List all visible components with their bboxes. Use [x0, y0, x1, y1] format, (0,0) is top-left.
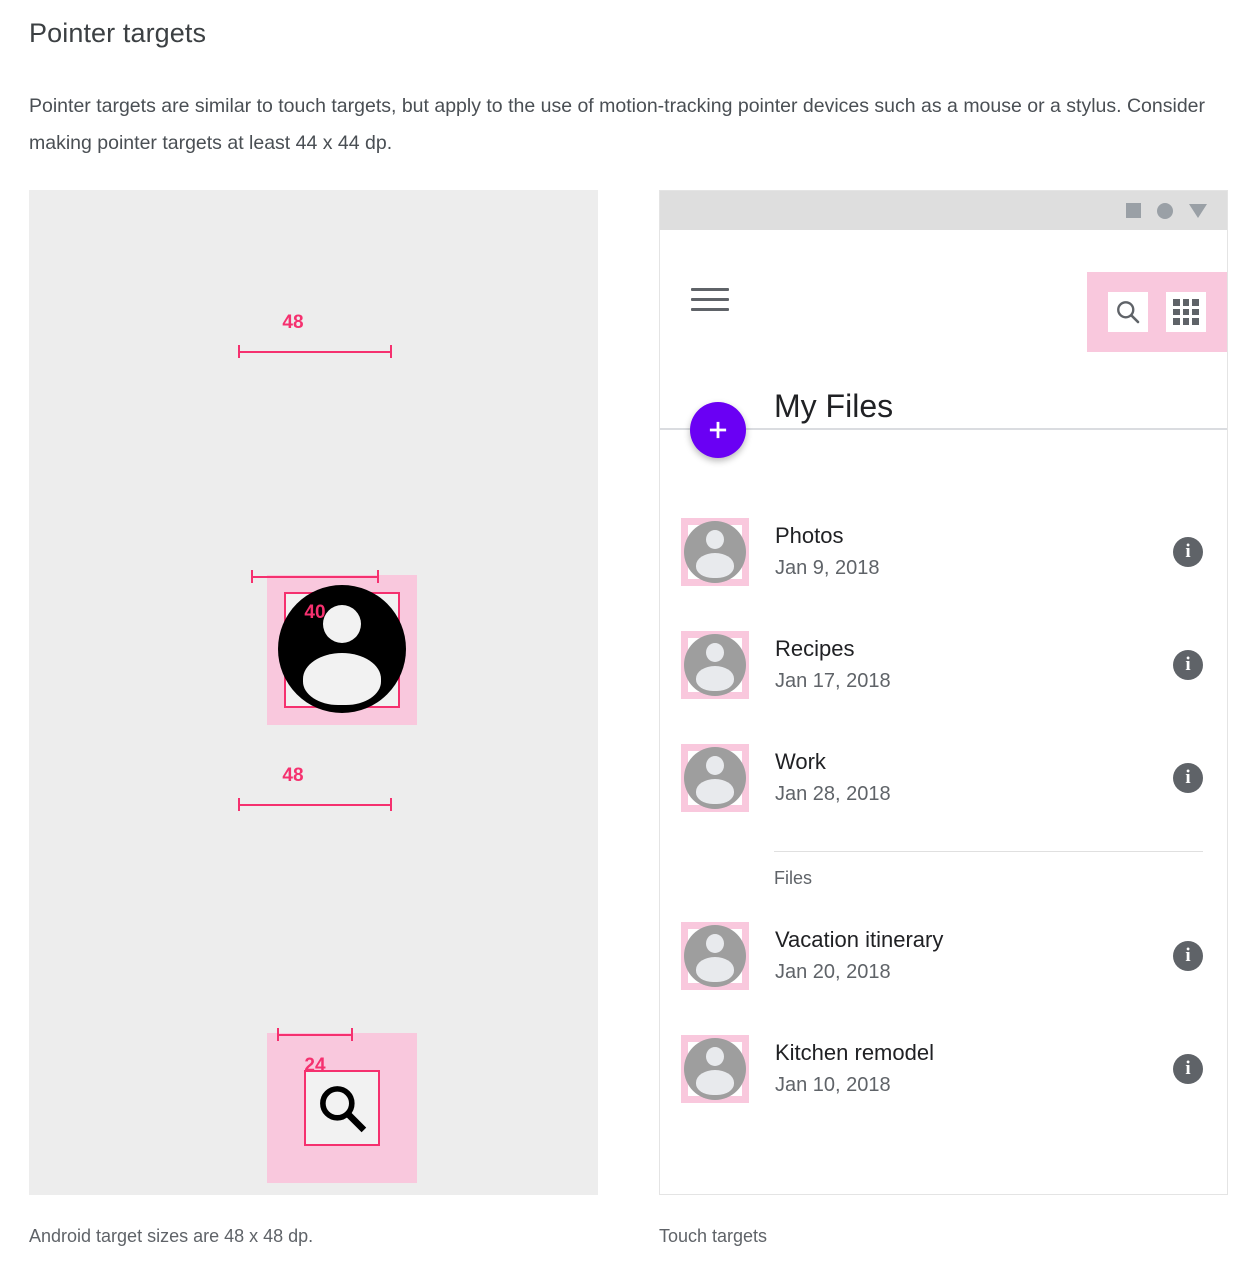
dimension-cap-start — [238, 345, 240, 358]
dimension-cap-end — [351, 1028, 353, 1041]
avatar-head — [706, 642, 724, 662]
list-item-text: Work Jan 28, 2018 — [749, 747, 1173, 809]
grid-cell — [1173, 299, 1180, 306]
list-item-title: Work — [775, 748, 826, 774]
avatar-body — [303, 653, 381, 705]
grid-view-button[interactable] — [1166, 292, 1206, 332]
grid-cell — [1192, 308, 1199, 316]
dimension-cap-start — [238, 798, 240, 811]
list-item-text: Vacation itinerary Jan 20, 2018 — [749, 925, 1173, 987]
list-item-date: Jan 28, 2018 — [775, 782, 891, 805]
list-item-title: Photos — [775, 522, 844, 548]
list-item-date: Jan 10, 2018 — [775, 1073, 891, 1096]
spec-diagram-panel: 48 40 48 24 — [29, 190, 598, 1195]
list-item-date: Jan 9, 2018 — [775, 556, 880, 579]
avatar-outer-dimension-line — [238, 345, 392, 358]
avatar — [681, 1034, 749, 1103]
search-outer-dimension-line — [238, 798, 392, 811]
list-item[interactable]: Photos Jan 9, 2018 i — [660, 495, 1227, 608]
dimension-cap-end — [390, 798, 392, 811]
grid-cell — [1173, 308, 1180, 316]
avatar-head — [706, 529, 724, 549]
page-description: Pointer targets are similar to touch tar… — [29, 95, 1205, 154]
search-button[interactable] — [1108, 292, 1148, 332]
hamburger-bar — [691, 298, 729, 301]
grid-cell — [1192, 299, 1199, 306]
section-label-files: Files — [774, 868, 813, 888]
hamburger-bar — [691, 288, 729, 291]
app-bar: My Files — [660, 230, 1227, 458]
list-item[interactable]: Kitchen remodel Jan 10, 2018 i — [660, 1012, 1227, 1125]
avatar-body — [696, 778, 734, 804]
app-bar-actions-highlight — [1087, 272, 1227, 352]
grid-view-icon — [1173, 299, 1199, 325]
dimension-cap-start — [251, 570, 253, 583]
info-icon[interactable]: i — [1173, 762, 1203, 793]
search-icon — [320, 1086, 367, 1133]
list-item[interactable]: Recipes Jan 17, 2018 i — [660, 608, 1227, 721]
avatar — [681, 743, 749, 812]
grid-cell — [1182, 318, 1190, 325]
grid-cell — [1182, 308, 1190, 316]
caption-left: Android target sizes are 48 x 48 dp. — [29, 1226, 314, 1246]
square-nav-icon[interactable] — [1126, 203, 1141, 218]
search-icon — [1117, 301, 1140, 324]
plus-icon — [709, 421, 727, 439]
list-item-title: Recipes — [775, 635, 855, 661]
app-bar-title: My Files — [774, 388, 894, 424]
list-item-text: Recipes Jan 17, 2018 — [749, 634, 1173, 696]
touch-targets-mockup-panel: My Files Photos Jan 9, 2018 i Recipes Ja… — [659, 190, 1228, 1195]
hamburger-menu-icon[interactable] — [691, 288, 729, 314]
hamburger-bar — [691, 308, 729, 311]
circle-nav-icon[interactable] — [1157, 202, 1173, 219]
info-icon[interactable]: i — [1173, 940, 1203, 971]
avatar-inner-dimension-line — [251, 570, 379, 583]
file-list: Photos Jan 9, 2018 i Recipes Jan 17, 201… — [660, 430, 1227, 1125]
avatar-body — [696, 956, 734, 982]
list-item-text: Kitchen remodel Jan 10, 2018 — [749, 1038, 1173, 1100]
avatar — [681, 921, 749, 990]
search-inner-bounds-24 — [304, 1070, 380, 1146]
list-item[interactable]: Work Jan 28, 2018 i — [660, 721, 1227, 834]
info-icon[interactable]: i — [1173, 649, 1203, 680]
list-item-title: Kitchen remodel — [775, 1039, 934, 1065]
page-title: Pointer targets — [29, 18, 207, 48]
search-outer-dimension-label: 48 — [282, 765, 304, 786]
dimension-cap-end — [390, 345, 392, 358]
avatar-inner-dimension-label: 40 — [304, 602, 326, 623]
grid-cell — [1173, 318, 1180, 325]
search-inner-dimension-label: 24 — [304, 1055, 326, 1076]
info-icon[interactable]: i — [1173, 1053, 1203, 1084]
avatar-outer-dimension-label: 48 — [282, 312, 304, 333]
add-fab-button[interactable] — [690, 402, 746, 458]
info-icon[interactable]: i — [1173, 536, 1203, 567]
grid-cell — [1192, 318, 1199, 325]
avatar-head — [706, 755, 724, 775]
android-status-bar — [660, 191, 1227, 230]
avatar-body — [696, 1069, 734, 1095]
avatar-body — [696, 552, 734, 578]
list-item-date: Jan 20, 2018 — [775, 960, 891, 983]
triangle-nav-icon[interactable] — [1189, 203, 1207, 218]
search-inner-dimension-line — [277, 1028, 353, 1041]
list-item-text: Photos Jan 9, 2018 — [749, 521, 1173, 583]
avatar-head — [706, 933, 724, 953]
dimension-cap-start — [277, 1028, 279, 1041]
grid-cell — [1182, 299, 1190, 306]
avatar-body — [696, 665, 734, 691]
caption-right: Touch targets — [659, 1226, 768, 1246]
dimension-cap-end — [377, 570, 379, 583]
avatar-head — [706, 1046, 724, 1066]
list-item[interactable]: Vacation itinerary Jan 20, 2018 i — [660, 899, 1227, 1012]
avatar — [681, 630, 749, 699]
list-item-title: Vacation itinerary — [775, 926, 944, 952]
list-item-date: Jan 17, 2018 — [775, 669, 891, 692]
avatar — [681, 517, 749, 586]
